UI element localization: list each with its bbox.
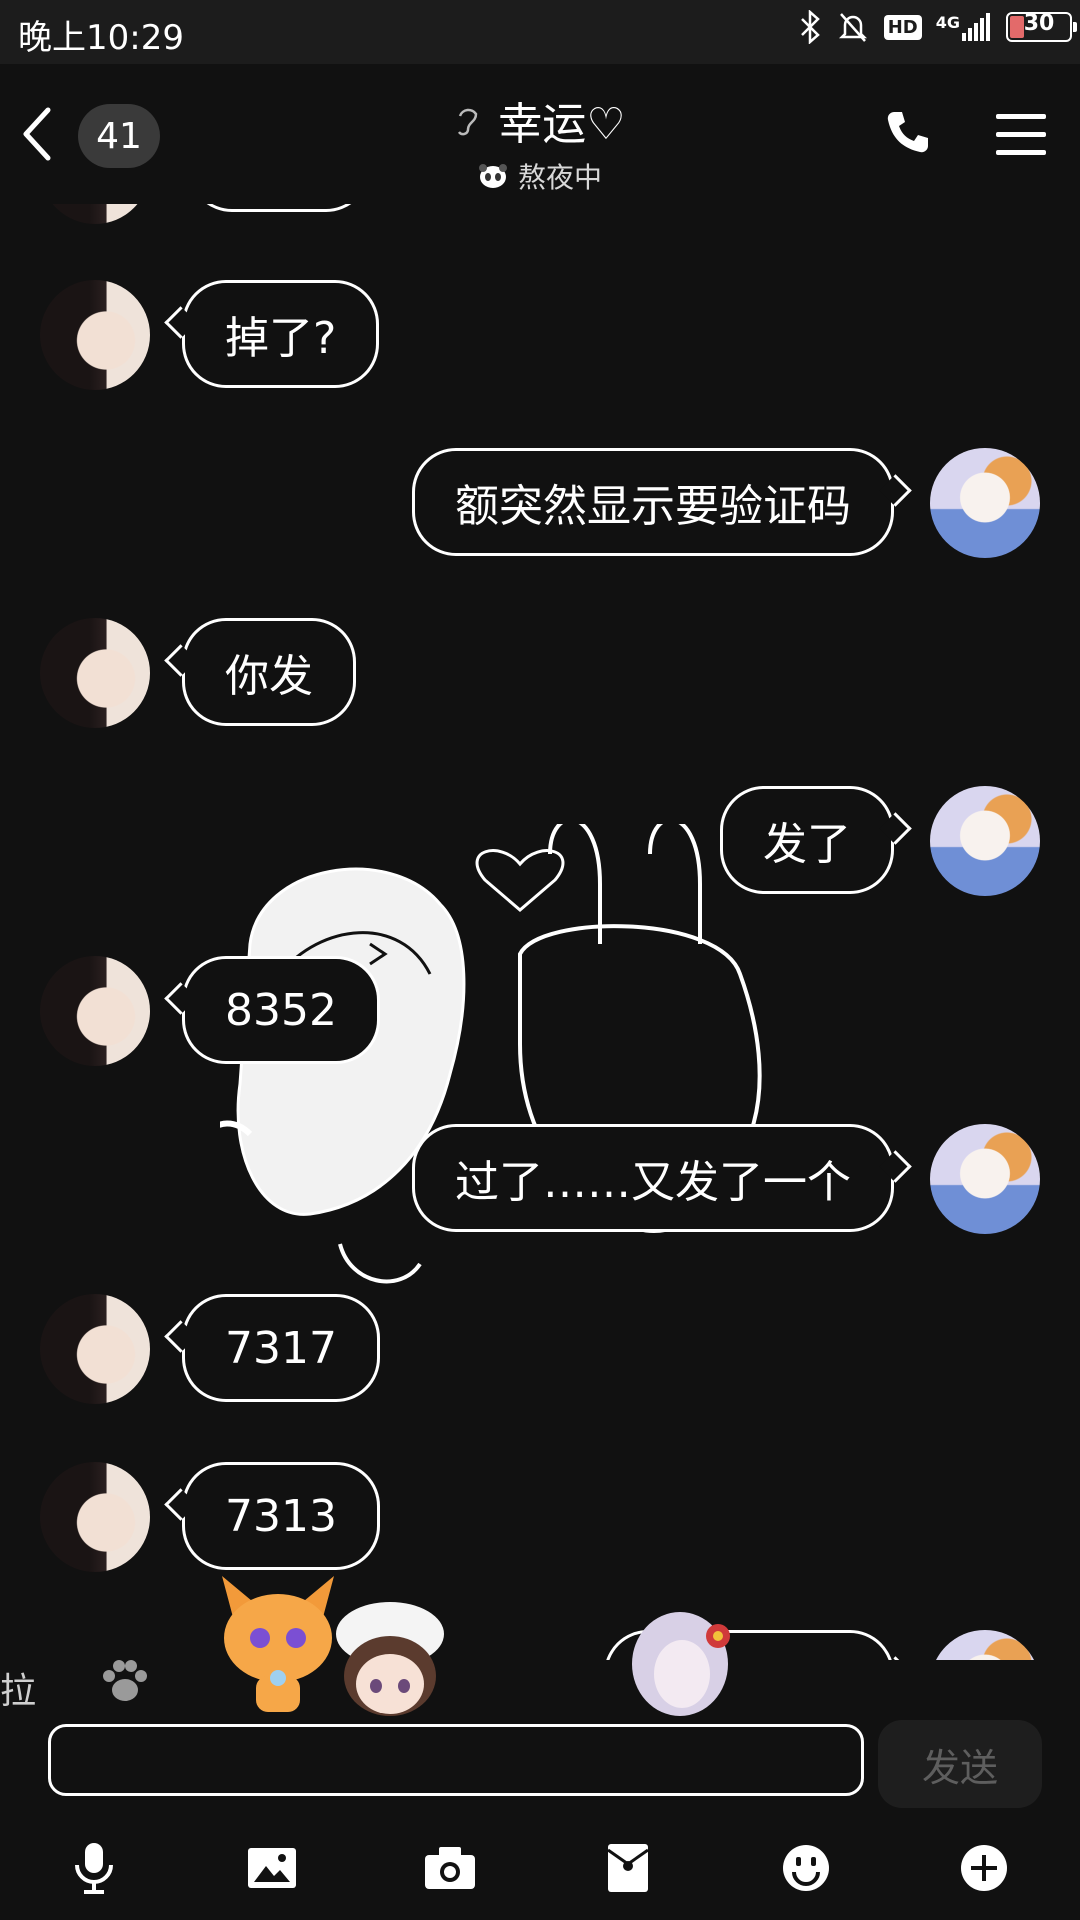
status-time: 晚上10:29 — [18, 18, 184, 58]
image-icon — [248, 1848, 296, 1888]
chat-area[interactable]: 掉了? 额突然显示要验证码 你发 发了 8352 过了……又发了一个 7317 … — [0, 204, 1080, 1660]
bell-muted-icon — [838, 13, 867, 42]
bluetooth-icon — [800, 10, 820, 44]
menu-button[interactable] — [996, 112, 1046, 156]
sticker-bar: 拉拉 — [0, 1576, 1080, 1720]
status-bar: 晚上10:29 HD 4G 30 — [0, 0, 1080, 64]
send-button[interactable]: 发送 — [878, 1720, 1042, 1808]
input-toolbar — [0, 1820, 1080, 1920]
message-text: 掉了? — [225, 313, 337, 364]
message-text: 过了……又发了一个 — [455, 1157, 851, 1208]
emoji-button[interactable] — [776, 1838, 836, 1898]
girl-sticker[interactable] — [328, 1598, 452, 1718]
contact-avatar[interactable] — [40, 956, 150, 1066]
image-button[interactable] — [242, 1838, 302, 1898]
message-bubble[interactable]: 你发 — [182, 618, 356, 726]
camera-button[interactable] — [420, 1838, 480, 1898]
plus-icon — [961, 1845, 1007, 1891]
phone-call-button[interactable] — [884, 108, 932, 156]
fox-sticker[interactable] — [208, 1566, 348, 1716]
contact-status-text: 熬夜中 — [517, 161, 602, 194]
character-sticker[interactable] — [622, 1604, 752, 1720]
message-bubble[interactable]: 掉了? — [182, 280, 380, 388]
hd-badge: HD — [883, 14, 922, 40]
battery-level: 30 — [1023, 11, 1055, 36]
input-bar: 发送 — [0, 1720, 1080, 1820]
contact-avatar[interactable] — [40, 1462, 150, 1572]
contact-status: 熬夜中 — [478, 156, 602, 196]
message-text: 额突然显示要验证码 — [455, 481, 851, 532]
message-bubble[interactable]: 8352 — [182, 956, 380, 1064]
battery-icon: 30 — [1006, 11, 1077, 42]
mic-icon — [75, 1843, 113, 1894]
message-bubble-partial[interactable] — [188, 204, 370, 212]
message-text: 7313 — [225, 1490, 337, 1542]
my-avatar[interactable] — [930, 1124, 1040, 1234]
message-bubble[interactable]: 过了……又发了一个 — [412, 1124, 894, 1232]
my-avatar[interactable] — [930, 448, 1040, 558]
contact-avatar[interactable] — [40, 204, 150, 224]
network-label: 4G — [935, 13, 960, 32]
contact-name: 幸运♡ — [498, 99, 626, 150]
signal-icon — [962, 13, 990, 41]
message-bubble[interactable]: 7313 — [182, 1462, 380, 1570]
message-text: 7317 — [225, 1322, 337, 1374]
ear-icon — [458, 108, 478, 136]
chat-header: 41 幸运♡ 熬夜中 — [0, 64, 1080, 204]
contact-avatar[interactable] — [40, 1294, 150, 1404]
message-input[interactable] — [48, 1724, 864, 1796]
sticker-bar-label: 拉拉 — [0, 1671, 37, 1712]
status-icons: HD 4G 30 — [798, 10, 1077, 44]
more-button[interactable] — [954, 1838, 1014, 1898]
message-text: 你发 — [225, 651, 313, 702]
camera-icon — [425, 1847, 475, 1889]
message-bubble[interactable]: 发了 — [720, 786, 894, 894]
contact-avatar[interactable] — [40, 280, 150, 390]
message-bubble[interactable]: 7317 — [182, 1294, 380, 1402]
network-indicator: 4G — [936, 13, 992, 41]
red-packet-button[interactable] — [598, 1838, 658, 1898]
message-text: 发了 — [763, 819, 851, 870]
red-packet-icon — [607, 1844, 649, 1892]
panda-icon — [478, 164, 507, 188]
emoji-icon — [783, 1845, 829, 1891]
my-avatar[interactable] — [930, 786, 1040, 896]
paw-icon[interactable] — [98, 1654, 152, 1708]
contact-title: 幸运♡ — [454, 88, 626, 152]
contact-avatar[interactable] — [40, 618, 150, 728]
voice-button[interactable] — [64, 1838, 124, 1898]
message-bubble[interactable]: 额突然显示要验证码 — [412, 448, 894, 556]
message-text: 8352 — [225, 984, 337, 1036]
